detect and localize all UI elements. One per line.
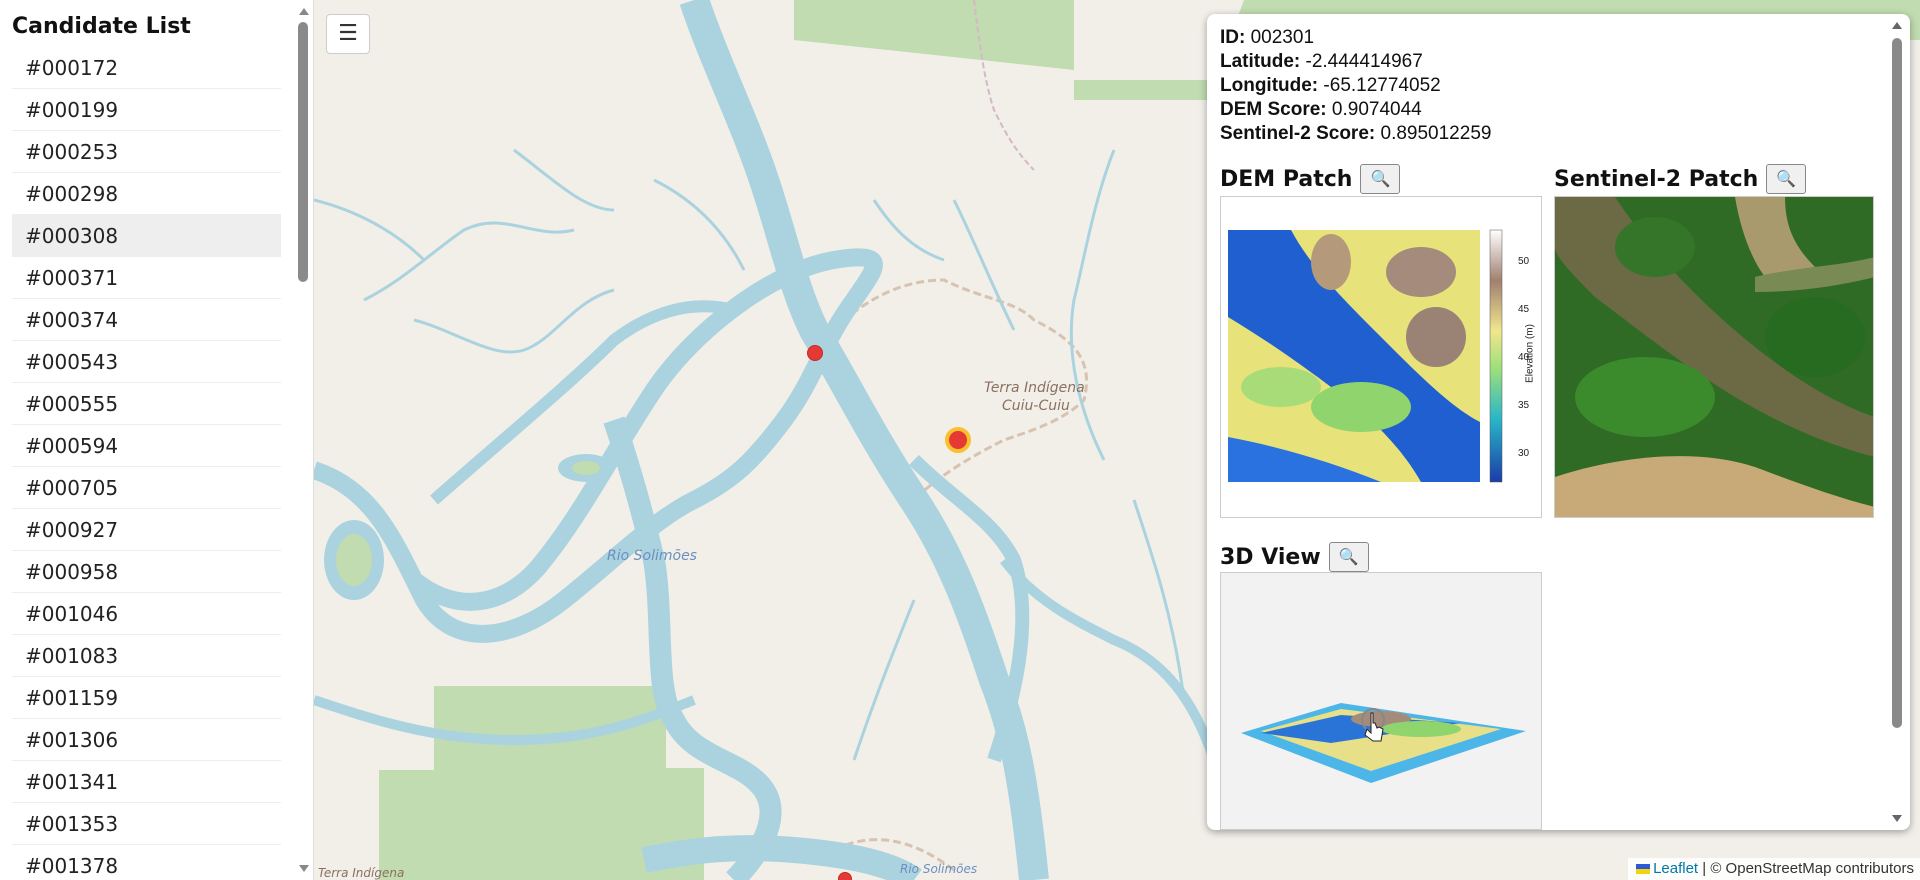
hamburger-icon: ☰ bbox=[338, 21, 358, 46]
scroll-down-arrow-icon[interactable] bbox=[1892, 815, 1902, 822]
longitude-value: -65.12774052 bbox=[1323, 75, 1441, 96]
candidate-list-item[interactable]: #000308 bbox=[12, 215, 281, 257]
sentinel2-score-value: 0.895012259 bbox=[1380, 123, 1492, 144]
candidate-list-item[interactable]: #001083 bbox=[12, 635, 281, 677]
sentinel2-patch-image bbox=[1554, 196, 1874, 518]
menu-toggle-button[interactable]: ☰ bbox=[326, 14, 370, 54]
territory-label: Terra Indígena bbox=[984, 380, 1085, 396]
selected-candidate-marker[interactable] bbox=[945, 427, 971, 453]
candidate-sidebar: Candidate List #000172 #000199 #000253 #000… bbox=[0, 0, 314, 880]
candidate-list-item[interactable]: #000594 bbox=[12, 425, 281, 467]
scrollbar-thumb[interactable] bbox=[298, 22, 308, 282]
candidate-list-item[interactable]: #001378 bbox=[12, 845, 281, 880]
candidate-list-item[interactable]: #001306 bbox=[12, 719, 281, 761]
sentinel2-score-field: Sentinel-2 Score: 0.895012259 bbox=[1220, 123, 1492, 144]
longitude-field: Longitude: -65.12774052 bbox=[1220, 75, 1441, 96]
candidate-list-item[interactable]: #000172 bbox=[12, 47, 281, 89]
view3d-canvas[interactable] bbox=[1220, 572, 1542, 830]
candidate-list-item[interactable]: #000199 bbox=[12, 89, 281, 131]
candidate-list-item[interactable]: #000253 bbox=[12, 131, 281, 173]
scroll-up-arrow-icon[interactable] bbox=[1892, 22, 1902, 29]
candidate-list-item[interactable]: #000298 bbox=[12, 173, 281, 215]
dem-zoom-button[interactable]: 🔍 bbox=[1360, 164, 1401, 194]
candidate-list-item[interactable]: #001159 bbox=[12, 677, 281, 719]
sidebar-scrollbar[interactable] bbox=[294, 0, 312, 880]
river-label: Rio Solimões bbox=[607, 548, 697, 564]
dem-patch-header: DEM Patch 🔍 bbox=[1220, 164, 1401, 194]
candidate-list-item[interactable]: #000374 bbox=[12, 299, 281, 341]
attribution-text: | © OpenStreetMap contributors bbox=[1698, 860, 1914, 877]
candidate-list-item[interactable]: #000927 bbox=[12, 509, 281, 551]
magnifier-icon: 🔍 bbox=[1776, 169, 1797, 188]
dem-score-value: 0.9074044 bbox=[1331, 99, 1422, 120]
sentinel2-zoom-button[interactable]: 🔍 bbox=[1766, 164, 1807, 194]
view3d-title: 3D View bbox=[1220, 544, 1321, 570]
scrollbar-thumb[interactable] bbox=[1892, 38, 1902, 728]
panel-scrollbar[interactable] bbox=[1890, 14, 1904, 830]
candidate-list-item[interactable]: #000555 bbox=[12, 383, 281, 425]
dem-patch-title: DEM Patch bbox=[1220, 166, 1353, 192]
ukraine-flag-icon bbox=[1636, 864, 1651, 874]
scroll-down-arrow-icon[interactable] bbox=[299, 865, 309, 872]
magnifier-icon: 🔍 bbox=[1370, 169, 1391, 188]
candidate-list-item[interactable]: #001353 bbox=[12, 803, 281, 845]
candidate-list-item[interactable]: #000958 bbox=[12, 551, 281, 593]
id-field: ID: 002301 bbox=[1220, 27, 1315, 48]
candidate-marker[interactable] bbox=[807, 345, 823, 361]
dem-score-field: DEM Score: 0.9074044 bbox=[1220, 99, 1422, 120]
territory-sublabel: Cuiu-Cuiu bbox=[1002, 398, 1070, 414]
candidate-marker[interactable] bbox=[838, 872, 852, 880]
map-attribution: Leaflet | © OpenStreetMap contributors bbox=[1628, 858, 1920, 880]
candidate-list-item[interactable]: #000543 bbox=[12, 341, 281, 383]
sidebar-title: Candidate List bbox=[12, 14, 191, 39]
scroll-up-arrow-icon[interactable] bbox=[299, 8, 309, 15]
view3d-zoom-button[interactable]: 🔍 bbox=[1328, 542, 1369, 572]
river-label-bottom: Rio Solimões bbox=[900, 862, 978, 876]
candidate-list-item[interactable]: #001341 bbox=[12, 761, 281, 803]
candidate-list-item[interactable]: #001046 bbox=[12, 593, 281, 635]
dem-patch-image bbox=[1220, 196, 1542, 518]
candidate-list: #000172 #000199 #000253 #000298 #000308 #0003… bbox=[12, 47, 281, 880]
latitude-field: Latitude: -2.444414967 bbox=[1220, 51, 1423, 72]
sentinel2-patch-header: Sentinel-2 Patch 🔍 bbox=[1554, 164, 1807, 194]
view3d-header: 3D View 🔍 bbox=[1220, 542, 1369, 572]
sentinel2-patch-title: Sentinel-2 Patch bbox=[1554, 166, 1759, 192]
candidate-info-panel: ID: 002301 Latitude: -2.444414967 Longit… bbox=[1207, 14, 1910, 830]
candidate-list-item[interactable]: #000371 bbox=[12, 257, 281, 299]
magnifier-icon: 🔍 bbox=[1338, 547, 1359, 566]
territory-label-bottom: Terra Indígena bbox=[318, 866, 405, 880]
candidate-list-item[interactable]: #000705 bbox=[12, 467, 281, 509]
leaflet-link[interactable]: Leaflet bbox=[1653, 860, 1698, 877]
latitude-value: -2.444414967 bbox=[1305, 51, 1423, 72]
id-value: 002301 bbox=[1250, 27, 1315, 48]
